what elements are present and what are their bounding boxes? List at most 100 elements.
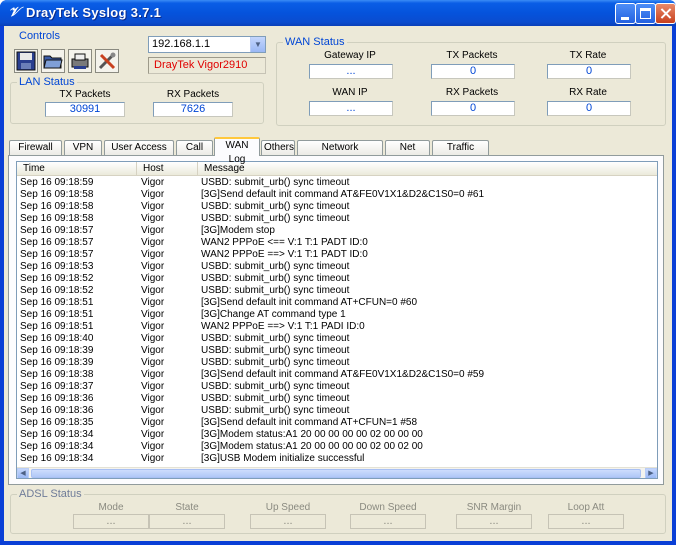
- log-message: [3G]Modem status:A1 20 00 00 00 00 02 00…: [201, 441, 423, 452]
- maximize-icon: [640, 8, 651, 19]
- log-host: Vigor: [141, 261, 165, 272]
- maximize-button[interactable]: [635, 3, 656, 24]
- table-row[interactable]: Sep 16 09:18:37 Vigor USBD: submit_urb() s…: [17, 381, 649, 393]
- table-row[interactable]: Sep 16 09:18:52 Vigor USBD: submit_urb() s…: [17, 273, 649, 285]
- wan-rx-packets-value: 0: [431, 101, 515, 116]
- table-row[interactable]: Sep 16 09:18:39 Vigor USBD: submit_urb() s…: [17, 357, 649, 369]
- log-host: Vigor: [141, 441, 165, 452]
- table-row[interactable]: Sep 16 09:18:58 Vigor [3G]Send default ini…: [17, 189, 649, 201]
- tab-traffic-graph[interactable]: Traffic Graph: [432, 140, 489, 167]
- tab-network-information[interactable]: Network Information: [297, 140, 383, 167]
- settings-button[interactable]: [95, 49, 119, 73]
- column-message[interactable]: Message: [198, 162, 657, 175]
- table-row[interactable]: Sep 16 09:18:52 Vigor USBD: submit_urb() s…: [17, 285, 649, 297]
- table-row[interactable]: Sep 16 09:18:57 Vigor WAN2 PPPoE ==> V:1 T…: [17, 249, 649, 261]
- table-row[interactable]: Sep 16 09:18:59 Vigor USBD: submit_urb() s…: [17, 177, 649, 189]
- adsl-field-label: Down Speed: [359, 502, 417, 513]
- log-host: Vigor: [141, 369, 165, 380]
- wan-status-group: WAN Status Gateway IP ... TX Packets 0 T…: [276, 36, 666, 126]
- scroll-left-icon[interactable]: ◀: [17, 468, 29, 478]
- table-row[interactable]: Sep 16 09:18:35 Vigor [3G]Send default ini…: [17, 417, 649, 429]
- table-row[interactable]: Sep 16 09:18:40 Vigor USBD: submit_urb() s…: [17, 333, 649, 345]
- adsl-field-label: State: [175, 502, 199, 513]
- title-bar[interactable]: 𝒱 DrayTek Syslog 3.7.1: [0, 0, 676, 26]
- log-time: Sep 16 09:18:35: [20, 417, 94, 428]
- wan-tx-packets-value: 0: [431, 64, 515, 79]
- tab-others[interactable]: Others: [261, 140, 295, 155]
- gateway-ip-label: Gateway IP: [324, 50, 376, 61]
- log-host: Vigor: [141, 309, 165, 320]
- device-ip-value: 192.168.1.1: [152, 38, 211, 50]
- chevron-down-icon[interactable]: ▼: [250, 37, 265, 52]
- table-row[interactable]: Sep 16 09:18:36 Vigor USBD: submit_urb() s…: [17, 405, 649, 417]
- log-host: Vigor: [141, 225, 165, 236]
- log-time: Sep 16 09:18:51: [20, 297, 94, 308]
- log-host: Vigor: [141, 285, 165, 296]
- wan-rx-rate-value: 0: [547, 101, 631, 116]
- table-row[interactable]: Sep 16 09:18:53 Vigor USBD: submit_urb() s…: [17, 261, 649, 273]
- table-row[interactable]: Sep 16 09:18:51 Vigor WAN2 PPPoE ==> V:1 T…: [17, 321, 649, 333]
- table-row[interactable]: Sep 16 09:18:51 Vigor [3G]Change AT comman…: [17, 309, 649, 321]
- log-time: Sep 16 09:18:52: [20, 273, 94, 284]
- tab-vpn-log[interactable]: VPN Log: [64, 140, 102, 167]
- tab-call-log[interactable]: Call Log: [176, 140, 213, 167]
- adsl-status-title: ADSL Status: [17, 488, 84, 501]
- wan-log-table[interactable]: Time Host Message Sep 16 09:18:59 Vigor US…: [16, 161, 658, 479]
- scrollbar-thumb[interactable]: [31, 469, 641, 478]
- table-row[interactable]: Sep 16 09:18:34 Vigor [3G]Modem status:A1 …: [17, 441, 649, 453]
- log-host: Vigor: [141, 405, 165, 416]
- log-time: Sep 16 09:18:37: [20, 381, 94, 392]
- log-message: WAN2 PPPoE <== V:1 T:1 PADT ID:0: [201, 237, 368, 248]
- log-time: Sep 16 09:18:51: [20, 321, 94, 332]
- tab-user-access-log[interactable]: User Access Log: [104, 140, 174, 167]
- table-row[interactable]: Sep 16 09:18:57 Vigor [3G]Modem stop: [17, 225, 649, 237]
- log-host: Vigor: [141, 393, 165, 404]
- log-host: Vigor: [141, 381, 165, 392]
- lan-status-title: LAN Status: [17, 76, 77, 89]
- log-host: Vigor: [141, 273, 165, 284]
- table-row[interactable]: Sep 16 09:18:57 Vigor WAN2 PPPoE <== V:1 T…: [17, 237, 649, 249]
- column-host[interactable]: Host: [137, 162, 198, 175]
- log-host: Vigor: [141, 237, 165, 248]
- log-message: [3G]Modem status:A1 20 00 00 00 00 02 00…: [201, 429, 423, 440]
- wan-tx-rate-label: TX Rate: [569, 50, 607, 61]
- log-message: USBD: submit_urb() sync timeout: [201, 381, 350, 392]
- network-button[interactable]: [68, 49, 92, 73]
- tab-firewall-log[interactable]: Firewall Log: [9, 140, 62, 167]
- tab-wan-log[interactable]: WAN Log: [214, 137, 260, 165]
- table-row[interactable]: Sep 16 09:18:34 Vigor [3G]Modem status:A1 …: [17, 429, 649, 441]
- settings-tools-icon: [98, 52, 116, 70]
- log-time: Sep 16 09:18:51: [20, 309, 94, 320]
- horizontal-scrollbar[interactable]: ◀ ▶: [17, 467, 657, 478]
- log-host: Vigor: [141, 177, 165, 188]
- table-row[interactable]: Sep 16 09:18:51 Vigor [3G]Send default ini…: [17, 297, 649, 309]
- log-host: Vigor: [141, 453, 165, 464]
- lan-tx-value: 30991: [45, 102, 125, 117]
- log-host: Vigor: [141, 321, 165, 332]
- draytek-logo-icon: 𝒱: [8, 5, 20, 20]
- log-time: Sep 16 09:18:34: [20, 441, 94, 452]
- log-host: Vigor: [141, 297, 165, 308]
- log-message: USBD: submit_urb() sync timeout: [201, 405, 350, 416]
- open-button[interactable]: [41, 49, 65, 73]
- log-host: Vigor: [141, 201, 165, 212]
- client-area: Controls 192.168.1.1 ▼ DrayTek Vigor2910…: [4, 26, 672, 541]
- table-row[interactable]: Sep 16 09:18:39 Vigor USBD: submit_urb() s…: [17, 345, 649, 357]
- adsl-status-group: ADSL Status Mode... State... Up Speed... Do…: [10, 488, 666, 534]
- log-message: [3G]Modem stop: [201, 225, 275, 236]
- table-row[interactable]: Sep 16 09:18:36 Vigor USBD: submit_urb() s…: [17, 393, 649, 405]
- adsl-field-value: ...: [149, 514, 225, 529]
- table-row[interactable]: Sep 16 09:18:58 Vigor USBD: submit_urb() s…: [17, 213, 649, 225]
- close-button[interactable]: [655, 3, 676, 24]
- table-row[interactable]: Sep 16 09:18:58 Vigor USBD: submit_urb() s…: [17, 201, 649, 213]
- log-time: Sep 16 09:18:52: [20, 285, 94, 296]
- save-button[interactable]: [14, 49, 38, 73]
- tab-net-state[interactable]: Net State: [385, 140, 430, 167]
- minimize-button[interactable]: [615, 3, 636, 24]
- table-row[interactable]: Sep 16 09:18:34 Vigor [3G]USB Modem initia…: [17, 453, 649, 465]
- table-row[interactable]: Sep 16 09:18:38 Vigor [3G]Send default ini…: [17, 369, 649, 381]
- log-message: [3G]Send default init command AT+CFUN=0 …: [201, 297, 418, 308]
- scroll-right-icon[interactable]: ▶: [645, 468, 657, 478]
- device-ip-select[interactable]: 192.168.1.1 ▼: [148, 36, 266, 53]
- column-time[interactable]: Time: [17, 162, 137, 175]
